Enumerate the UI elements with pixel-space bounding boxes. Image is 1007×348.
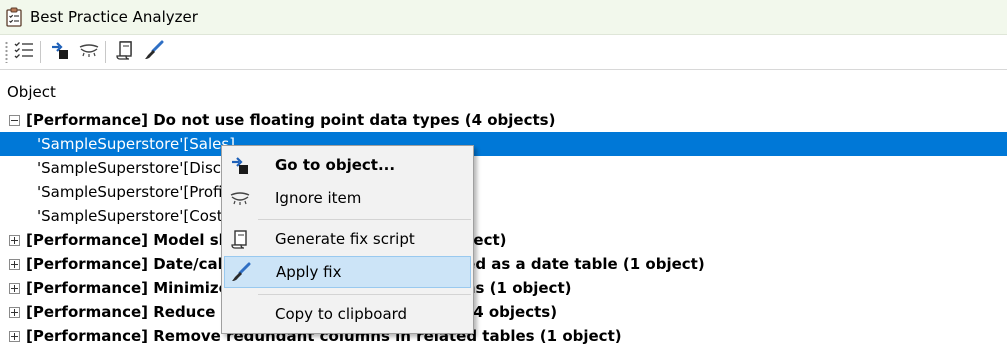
menu-item-go-to-object[interactable]: Go to object... — [224, 149, 471, 181]
script-icon — [227, 226, 253, 252]
rule-row[interactable]: [Performance] Reduce usage of calculated… — [0, 300, 1007, 324]
menu-item-generate-fix-script[interactable]: Generate fix script — [224, 223, 471, 255]
rule-row[interactable]: [Performance] Model should have a date t… — [0, 228, 1007, 252]
object-row[interactable]: 'SampleSuperstore'[Discount] — [0, 156, 1007, 180]
rule-row[interactable]: [Performance] Minimize Power Query trans… — [0, 276, 1007, 300]
ignore-eye-icon — [78, 42, 100, 62]
ignore-eye-icon — [227, 185, 253, 211]
menu-item-label: Copy to clipboard — [275, 305, 408, 323]
menu-item-label: Go to object... — [275, 156, 396, 174]
object-label: 'SampleSuperstore'[Sales] — [37, 135, 236, 153]
clipboard-checklist-icon — [6, 7, 22, 27]
go-to-object-button[interactable] — [47, 39, 73, 65]
brush-icon — [144, 40, 164, 64]
title-bar: Best Practice Analyzer — [0, 0, 1007, 35]
script-icon — [116, 40, 134, 64]
toolbar-separator — [105, 41, 106, 63]
brush-icon — [228, 259, 254, 285]
column-header-label: Object — [7, 83, 56, 101]
checklist-icon — [14, 41, 34, 63]
column-header-object[interactable]: Object — [0, 79, 1007, 105]
go-to-object-icon — [227, 152, 253, 178]
expand-toggle-icon[interactable] — [9, 330, 20, 342]
menu-separator — [258, 219, 471, 220]
toolbar — [0, 35, 1007, 70]
rule-row[interactable]: [Performance] Remove redundant columns i… — [0, 324, 1007, 348]
menu-item-label: Apply fix — [276, 263, 342, 281]
collapse-toggle-icon[interactable] — [9, 114, 20, 126]
expand-toggle-icon[interactable] — [9, 258, 20, 270]
object-label: 'SampleSuperstore'[Profit] — [37, 183, 235, 201]
menu-item-label: Generate fix script — [275, 230, 415, 248]
checklist-button[interactable] — [11, 39, 37, 65]
object-label: 'SampleSuperstore'[Cost] — [37, 207, 229, 225]
generate-fix-script-button[interactable] — [112, 39, 138, 65]
object-row[interactable]: 'SampleSuperstore'[Cost] — [0, 204, 1007, 228]
expand-toggle-icon[interactable] — [9, 234, 20, 246]
expand-toggle-icon[interactable] — [9, 282, 20, 294]
menu-item-copy-to-clipboard[interactable]: Copy to clipboard — [224, 298, 471, 330]
toolbar-grip[interactable] — [5, 41, 8, 63]
toolbar-separator — [40, 41, 41, 63]
object-row[interactable]: 'SampleSuperstore'[Profit] — [0, 180, 1007, 204]
expand-toggle-icon[interactable] — [9, 306, 20, 318]
menu-item-apply-fix[interactable]: Apply fix — [224, 256, 471, 288]
ignore-item-button[interactable] — [76, 39, 102, 65]
apply-fix-button[interactable] — [141, 39, 167, 65]
rule-row[interactable]: [Performance] Date/calendar tables shoul… — [0, 252, 1007, 276]
object-row-selected[interactable]: 'SampleSuperstore'[Sales] — [0, 132, 1007, 156]
results-tree: [Performance] Do not use floating point … — [0, 108, 1007, 348]
menu-item-label: Ignore item — [275, 189, 362, 207]
rule-row[interactable]: [Performance] Do not use floating point … — [0, 108, 1007, 132]
rule-label: [Performance] Do not use floating point … — [26, 111, 556, 129]
menu-item-ignore-item[interactable]: Ignore item — [224, 182, 471, 214]
menu-separator — [258, 294, 471, 295]
context-menu: Go to object... Ignore item Generate fix… — [221, 145, 474, 334]
go-to-object-icon — [50, 40, 70, 64]
window-title: Best Practice Analyzer — [30, 8, 198, 26]
